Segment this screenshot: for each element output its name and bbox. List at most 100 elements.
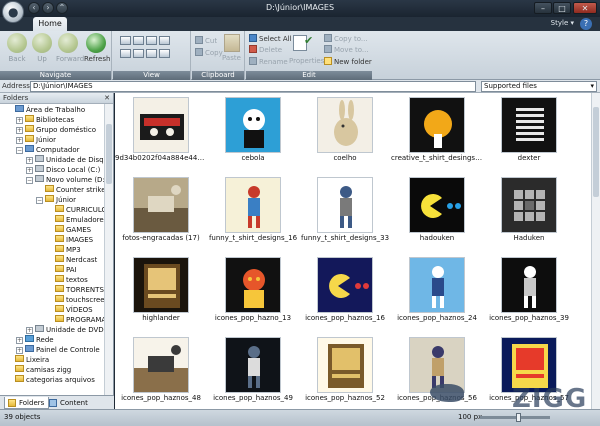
tree-item[interactable]: GAMES	[46, 225, 91, 235]
expand-toggle-icon[interactable]: −	[36, 197, 43, 204]
file-thumbnail[interactable]: highlander	[115, 255, 207, 335]
expand-toggle-icon[interactable]: +	[26, 167, 33, 174]
tree-item[interactable]: Nerdcast	[46, 255, 97, 265]
tree-item[interactable]: − Computador	[16, 145, 80, 155]
tree-item[interactable]: PROGRAMAS	[46, 315, 111, 325]
file-thumbnail[interactable]: icones_pop_haznos_49	[207, 335, 299, 409]
close-panel-icon[interactable]: ✕	[104, 93, 110, 104]
folder-tree-scrollbar[interactable]	[104, 104, 113, 395]
file-name: 9d34b0202f04a884e44aabb9...	[115, 154, 207, 162]
properties-button[interactable]: Properties	[289, 57, 324, 65]
file-thumbnail[interactable]: Haduken	[483, 175, 575, 255]
tree-item[interactable]: − Novo volume (D:)	[26, 175, 108, 185]
file-thumbnail[interactable]: icones_pop_haznos_52	[299, 335, 391, 409]
file-thumbnail[interactable]: icones_pop_haznos_39	[483, 255, 575, 335]
style-menu[interactable]: Style ▾	[551, 19, 574, 27]
tab-folders[interactable]: Folders	[4, 397, 50, 409]
copy-to-button[interactable]: Copy to...	[324, 34, 368, 43]
tree-item[interactable]: + Unidade de DVD-R	[26, 325, 111, 335]
view-details-icon[interactable]	[133, 49, 144, 58]
paste-button[interactable]: Paste	[222, 54, 241, 62]
tree-item[interactable]: + Painel de Controle	[16, 345, 100, 355]
content-scrollbar[interactable]	[591, 93, 600, 409]
checkmark-icon: ✔	[304, 34, 314, 47]
tree-item[interactable]: textos	[46, 275, 88, 285]
help-icon[interactable]: ?	[580, 18, 592, 30]
move-to-button[interactable]: Move to...	[324, 45, 369, 54]
tab-home[interactable]: Home	[33, 17, 67, 31]
address-input[interactable]: D:\Júnior\IMAGES	[30, 81, 476, 92]
forward-button[interactable]: Forward	[56, 33, 84, 63]
expand-toggle-icon[interactable]: −	[16, 147, 23, 154]
tab-content[interactable]: Content	[46, 397, 92, 409]
expand-toggle-icon[interactable]: +	[16, 117, 23, 124]
delete-button[interactable]: Delete	[249, 45, 282, 54]
tree-item[interactable]: + Júnior	[16, 135, 56, 145]
tab-content-label: Content	[60, 399, 88, 407]
file-thumbnail[interactable]: icones_pop_hazno_13	[207, 255, 299, 335]
tree-item[interactable]: + Grupo doméstico	[16, 125, 96, 135]
tree-item[interactable]: IMAGES	[46, 235, 93, 245]
file-thumbnail[interactable]: cebola	[207, 95, 299, 175]
scrollbar-thumb[interactable]	[106, 124, 112, 184]
tree-item[interactable]: Emuladores	[46, 215, 107, 225]
tree-item[interactable]: VÍDEOS	[46, 305, 93, 315]
file-thumbnail[interactable]: fotos-engracadas (17)	[115, 175, 207, 255]
view-medium-icons-icon[interactable]	[133, 36, 144, 45]
file-thumbnail[interactable]: coelho	[299, 95, 391, 175]
expand-toggle-icon[interactable]: +	[16, 347, 23, 354]
file-thumbnail[interactable]: 9d34b0202f04a884e44aabb9...	[115, 95, 207, 175]
view-large-icons-icon[interactable]	[120, 36, 131, 45]
select-all-button[interactable]: Select All	[249, 34, 292, 43]
expand-toggle-icon[interactable]: −	[26, 177, 33, 184]
file-thumbnail[interactable]: dexter	[483, 95, 575, 175]
zoom-slider-knob[interactable]	[515, 413, 521, 422]
copy-button[interactable]: Copy	[195, 48, 223, 57]
view-thumbnails-icon[interactable]	[146, 49, 157, 58]
tree-item[interactable]: camisas zigg	[6, 365, 71, 375]
back-button[interactable]: Back	[5, 33, 29, 63]
tree-item[interactable]: + Disco Local (C:)	[26, 165, 100, 175]
file-thumbnail[interactable]: icones_pop_haznos_16	[299, 255, 391, 335]
view-list-icon[interactable]	[120, 49, 131, 58]
tree-item[interactable]: + Rede	[16, 335, 54, 345]
up-button[interactable]: Up	[30, 33, 54, 63]
view-filmstrip-icon[interactable]	[159, 49, 170, 58]
file-thumbnail[interactable]: creative_t_shirt_desings_97	[391, 95, 483, 175]
expand-toggle-icon[interactable]: +	[26, 327, 33, 334]
zoom-slider[interactable]	[480, 413, 550, 422]
app-menu-button[interactable]: ●	[2, 1, 24, 23]
tree-item[interactable]: + Unidade de Disque	[26, 155, 112, 165]
expand-toggle-icon[interactable]: +	[16, 127, 23, 134]
close-button[interactable]: ✕	[573, 2, 597, 14]
expand-toggle-icon[interactable]: +	[16, 137, 23, 144]
tree-item[interactable]: Lixeira	[6, 355, 49, 365]
tree-item[interactable]: PAI	[46, 265, 77, 275]
file-filter-select[interactable]: Supported files ▾	[481, 81, 597, 92]
tree-item[interactable]: CURRICULO	[46, 205, 107, 215]
view-small-icons-icon[interactable]	[146, 36, 157, 45]
file-thumbnail[interactable]: funny_t_shirt_designs_16	[207, 175, 299, 255]
expand-toggle-icon[interactable]: +	[16, 337, 23, 344]
minimize-button[interactable]: –	[534, 2, 552, 14]
scrollbar-thumb[interactable]	[593, 107, 599, 197]
file-thumbnail[interactable]: icones_pop_haznos_48	[115, 335, 207, 409]
rename-button[interactable]: Rename	[249, 57, 288, 66]
tree-item[interactable]: TORRENTS	[46, 285, 104, 295]
tree-item[interactable]: Área de Trabalho	[6, 105, 85, 115]
file-thumbnail[interactable]: icones_pop_haznos_24	[391, 255, 483, 335]
tree-item[interactable]: categorias arquivos	[6, 375, 95, 385]
file-thumbnail[interactable]: hadouken	[391, 175, 483, 255]
cut-button[interactable]: Cut	[195, 36, 217, 45]
maximize-button[interactable]: □	[553, 2, 571, 14]
tree-item[interactable]: Counter strike	[36, 185, 106, 195]
refresh-button[interactable]: Refresh	[84, 33, 110, 63]
tree-item[interactable]: MP3	[46, 245, 81, 255]
view-tiles-icon[interactable]	[159, 36, 170, 45]
tree-item[interactable]: touchscree	[46, 295, 105, 305]
new-folder-button[interactable]: New folder	[324, 57, 372, 66]
tree-item[interactable]: + Bibliotecas	[16, 115, 74, 125]
tree-item[interactable]: − Júnior	[36, 195, 76, 205]
expand-toggle-icon[interactable]: +	[26, 157, 33, 164]
file-thumbnail[interactable]: funny_t_shirt_designs_33	[299, 175, 391, 255]
